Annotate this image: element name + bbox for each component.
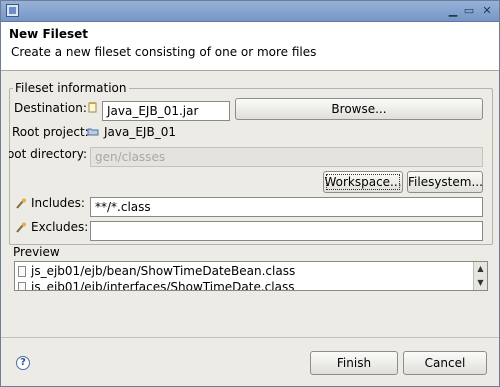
- filesystem-button[interactable]: Filesystem...: [407, 171, 483, 193]
- preview-label: Preview: [13, 245, 60, 259]
- title-bar[interactable]: ▁ ▭ ✕: [1, 1, 499, 22]
- excludes-label: Excludes:: [31, 220, 89, 234]
- excludes-icon: [16, 222, 26, 233]
- list-item[interactable]: js_ejb01/ejb/bean/ShowTimeDateBean.class: [15, 264, 473, 279]
- workspace-button[interactable]: Workspace...: [323, 171, 403, 193]
- scroll-up-icon[interactable]: ▲: [474, 263, 487, 275]
- new-fileset-dialog: ▁ ▭ ✕ New Fileset Create a new fileset c…: [0, 0, 500, 387]
- list-item-label: js_ejb01/ejb/bean/ShowTimeDateBean.class: [31, 264, 296, 278]
- scroll-down-icon[interactable]: ▼: [474, 277, 487, 289]
- page-title: New Fileset: [9, 27, 89, 41]
- finish-button[interactable]: Finish: [310, 351, 398, 375]
- root-directory-label-clip: Root directory:: [9, 145, 87, 165]
- root-project-value: Java_EJB_01: [104, 125, 176, 139]
- browse-button[interactable]: Browse...: [235, 98, 483, 120]
- excludes-field[interactable]: [90, 221, 483, 241]
- project-folder-icon: [87, 128, 99, 136]
- root-directory-field: gen/classes: [90, 147, 483, 167]
- list-item[interactable]: js_ejb01/ejb/interfaces/ShowTimeDate.cla…: [15, 280, 473, 291]
- file-icon: [18, 266, 26, 277]
- list-item-label: js_ejb01/ejb/interfaces/ShowTimeDate.cla…: [31, 280, 295, 291]
- close-icon[interactable]: ✕: [481, 5, 493, 17]
- destination-label: Destination:: [14, 101, 87, 115]
- preview-list[interactable]: js_ejb01/ejb/bean/ShowTimeDateBean.class…: [14, 261, 488, 291]
- help-icon[interactable]: ?: [16, 356, 30, 370]
- fileset-information-label: Fileset information: [13, 81, 129, 95]
- window-menu-icon[interactable]: [6, 4, 19, 17]
- includes-field[interactable]: **/*.class: [90, 197, 483, 217]
- preview-scrollbar[interactable]: ▲ ▼: [473, 262, 487, 290]
- minimize-icon[interactable]: ▁: [447, 5, 459, 17]
- destination-field[interactable]: Java_EJB_01.jar: [102, 101, 230, 121]
- file-icon: [18, 282, 26, 290]
- root-project-label: Root project:: [12, 125, 89, 139]
- cancel-button[interactable]: Cancel: [403, 351, 487, 375]
- jar-file-icon: [88, 102, 97, 113]
- page-description: Create a new fileset consisting of one o…: [11, 45, 317, 59]
- includes-icon: [16, 198, 26, 209]
- maximize-icon[interactable]: ▭: [463, 5, 475, 17]
- root-directory-label: Root directory:: [9, 147, 87, 161]
- wizard-header: New Fileset Create a new fileset consist…: [1, 22, 499, 71]
- footer-separator: [1, 337, 499, 338]
- includes-label: Includes:: [31, 196, 85, 210]
